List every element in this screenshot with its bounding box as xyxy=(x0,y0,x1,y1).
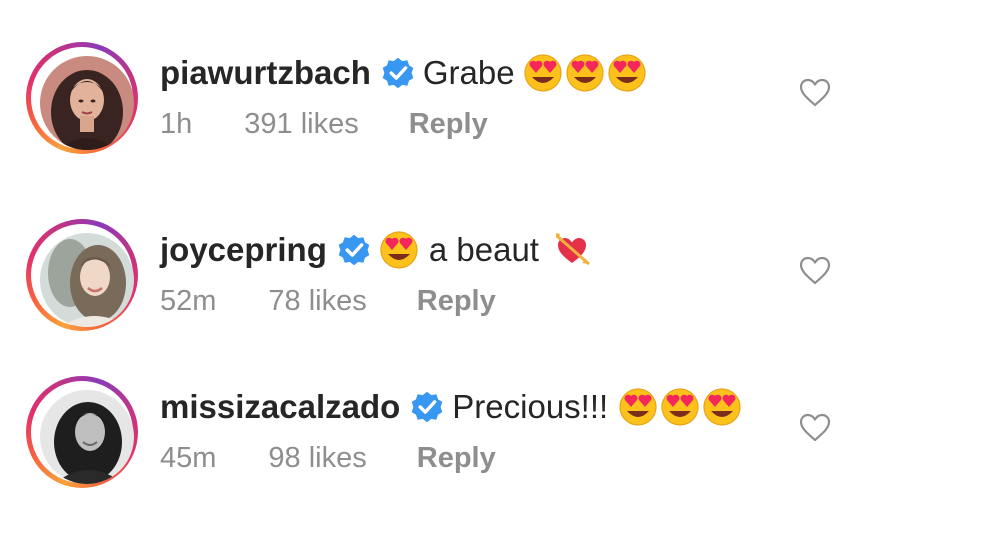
avatar-story-ring[interactable] xyxy=(26,219,138,331)
comment-timestamp: 45m xyxy=(160,442,217,474)
heart-eyes-emoji xyxy=(618,387,658,427)
avatar-story-ring[interactable] xyxy=(26,42,138,154)
heart-with-arrow-emoji xyxy=(553,230,593,270)
heart-eyes-emoji xyxy=(702,387,742,427)
comment-content: joycepring a beaut xyxy=(160,230,595,270)
reply-button[interactable]: Reply xyxy=(409,108,488,141)
heart-eyes-emoji xyxy=(565,53,605,93)
reply-button[interactable]: Reply xyxy=(417,442,496,475)
heart-outline-icon[interactable] xyxy=(798,254,832,288)
avatar[interactable] xyxy=(40,233,134,327)
comment-meta: 45m 98 likes Reply xyxy=(160,442,496,475)
heart-outline-icon[interactable] xyxy=(798,76,832,110)
comment-row: joycepring a beaut 52m 78 likes Reply xyxy=(0,209,994,339)
avatar-ring-gap xyxy=(31,47,134,150)
comment-text: a beaut xyxy=(428,231,539,268)
comment-meta: 1h 391 likes Reply xyxy=(160,108,488,141)
comment-row: missizacalzado Precious!!! 45m 98 likes … xyxy=(0,366,994,496)
username-link[interactable]: joycepring xyxy=(160,231,327,269)
likes-count[interactable]: 98 likes xyxy=(268,442,366,475)
likes-count[interactable]: 78 likes xyxy=(268,285,366,318)
avatar[interactable] xyxy=(40,56,134,150)
verified-badge-icon xyxy=(410,390,444,424)
heart-eyes-emoji xyxy=(660,387,700,427)
heart-outline-icon[interactable] xyxy=(798,411,832,445)
avatar-ring-gap xyxy=(31,381,134,484)
avatar[interactable] xyxy=(40,390,134,484)
comment-timestamp: 1h xyxy=(160,108,193,140)
verified-badge-icon xyxy=(381,56,415,90)
comment-text: Grabe xyxy=(422,54,515,91)
likes-count[interactable]: 391 likes xyxy=(244,108,358,141)
heart-eyes-emoji xyxy=(607,53,647,93)
username-link[interactable]: missizacalzado xyxy=(160,388,400,426)
comment-text: Precious!!! xyxy=(452,388,609,425)
heart-eyes-emoji xyxy=(523,53,563,93)
reply-button[interactable]: Reply xyxy=(417,285,496,318)
comment-timestamp: 52m xyxy=(160,285,217,317)
avatar-ring-gap xyxy=(31,224,134,327)
username-link[interactable]: piawurtzbach xyxy=(160,54,371,92)
comment-content: missizacalzado Precious!!! xyxy=(160,387,744,427)
verified-badge-icon xyxy=(337,233,371,267)
comment-row: piawurtzbach Grabe 1h 391 likes Reply xyxy=(0,32,994,162)
comment-meta: 52m 78 likes Reply xyxy=(160,285,496,318)
comment-content: piawurtzbach Grabe xyxy=(160,53,649,93)
avatar-story-ring[interactable] xyxy=(26,376,138,488)
heart-eyes-emoji xyxy=(379,230,419,270)
